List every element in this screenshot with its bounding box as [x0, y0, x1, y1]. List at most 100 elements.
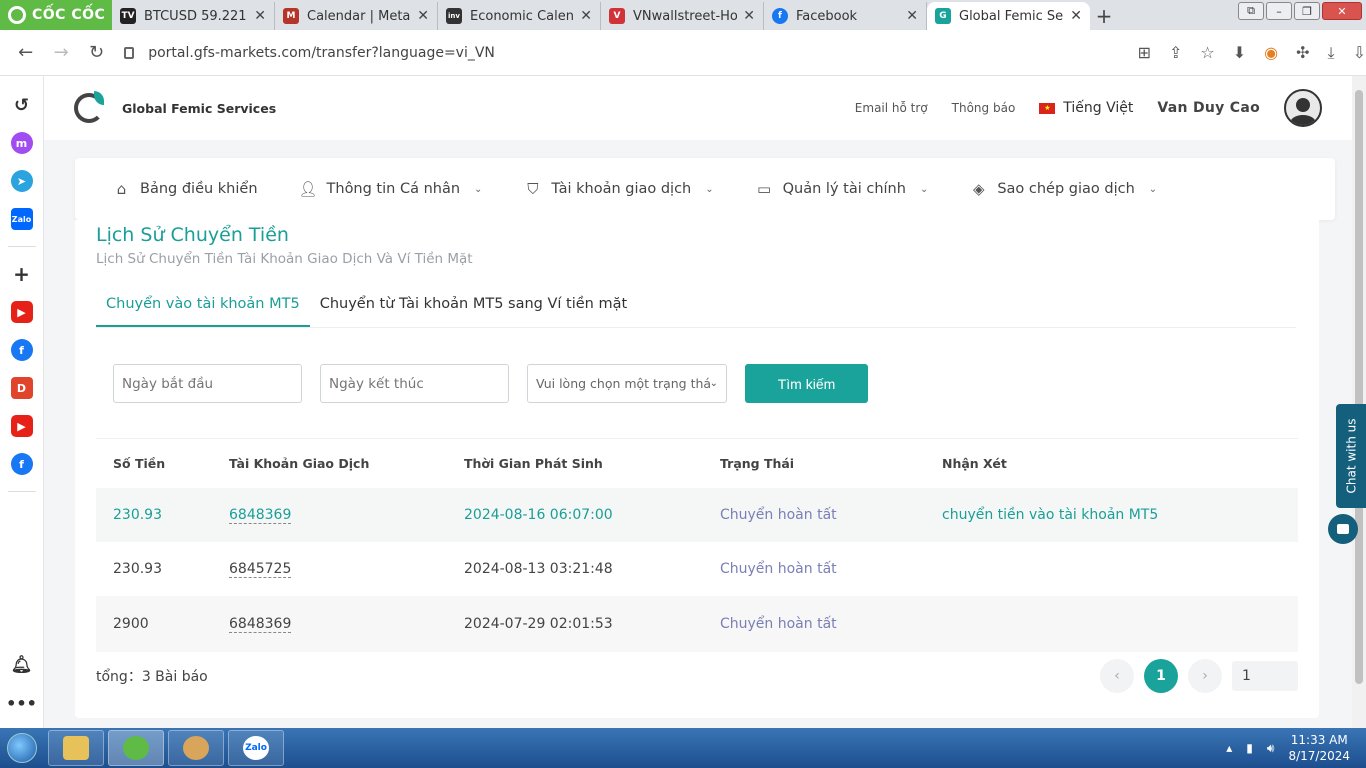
browser-tab-5[interactable]: f Facebook ✕ — [764, 2, 927, 30]
language-label: Tiếng Việt — [1063, 100, 1134, 116]
cell-account[interactable]: 6845725 — [229, 561, 292, 578]
d-app-icon[interactable]: D — [10, 377, 33, 399]
messenger-icon[interactable]: m — [10, 132, 33, 154]
browser-toolbar: ← → ↻ portal.gfs-markets.com/transfer?la… — [0, 30, 1366, 76]
close-window-button[interactable]: ✕ — [1322, 2, 1362, 20]
layers-icon: ◈ — [973, 180, 985, 198]
page-scrollbar[interactable] — [1352, 76, 1366, 728]
taskbar-explorer[interactable] — [48, 730, 104, 766]
browser-logo[interactable]: CỐC CỐC — [0, 0, 112, 30]
network-icon[interactable]: ▮ — [1246, 741, 1253, 755]
new-tab-button[interactable]: + — [1090, 2, 1118, 30]
page-subtitle: Lịch Sử Chuyển Tiền Tài Khoản Giao Dịch … — [96, 251, 473, 267]
start-button[interactable] — [0, 728, 44, 768]
menu-item-copy-trading[interactable]: ◈ Sao chép giao dịch ⌄ — [970, 180, 1157, 198]
history-icon[interactable]: ↺ — [11, 94, 33, 116]
transfer-tabs: Chuyển vào tài khoản MT5 Chuyển từ Tài k… — [96, 284, 1296, 328]
start-date-input[interactable] — [113, 364, 302, 403]
cell-account[interactable]: 6848369 — [229, 507, 292, 524]
browser-brand: CỐC CỐC — [32, 7, 106, 23]
system-tray: ▴ ▮ 🔊︎ 11:33 AM 8/17/2024 — [1226, 732, 1366, 764]
browser-tab-6-active[interactable]: G Global Femic Ser ✕ — [927, 2, 1090, 30]
tab-transfer-to-mt5[interactable]: Chuyển vào tài khoản MT5 — [96, 284, 310, 327]
notifications-link[interactable]: Thông báo — [952, 101, 1016, 115]
menu-item-finance[interactable]: ▭ Quản lý tài chính ⌄ — [756, 180, 928, 198]
facebook-icon[interactable]: f — [10, 339, 33, 361]
tab-transfer-mt5-to-wallet[interactable]: Chuyển từ Tài khoản MT5 sang Ví tiền mặt — [310, 284, 637, 327]
support-email-link[interactable]: Email hỗ trợ — [855, 101, 928, 115]
close-tab-icon[interactable]: ✕ — [580, 8, 592, 24]
back-icon[interactable]: ← — [8, 42, 43, 63]
table-row[interactable]: 2900 6848369 2024-07-29 02:01:53 Chuyển … — [96, 596, 1298, 652]
prev-page-button[interactable]: ‹ — [1100, 659, 1134, 693]
show-hidden-icons[interactable]: ▴ — [1226, 741, 1232, 755]
table-row[interactable]: 230.93 6848369 2024-08-16 06:07:00 Chuyể… — [96, 488, 1298, 542]
status-select[interactable]: Vui lòng chọn một trạng thái ⌄ — [527, 364, 727, 403]
table-row[interactable]: 230.93 6845725 2024-08-13 03:21:48 Chuyể… — [96, 542, 1298, 596]
bookmark-star-icon[interactable]: ☆ — [1200, 43, 1214, 63]
sidebar-divider — [7, 246, 36, 247]
zalo-icon[interactable]: Zalo — [10, 208, 33, 230]
volume-icon[interactable]: 🔊︎ — [1267, 741, 1275, 756]
close-tab-icon[interactable]: ✕ — [906, 8, 918, 24]
facebook-icon[interactable]: f — [10, 453, 33, 475]
gfs-logo-icon[interactable] — [74, 91, 108, 125]
cell-status: Chuyển hoàn tất — [720, 616, 837, 632]
bell-icon[interactable]: 🔔︎ — [11, 654, 33, 676]
extensions-icon[interactable]: ✣ — [1296, 43, 1309, 63]
url-text[interactable]: portal.gfs-markets.com/transfer?language… — [148, 45, 495, 61]
column-header-account: Tài Khoản Giao Dịch — [229, 456, 370, 471]
user-name[interactable]: Van Duy Cao — [1157, 100, 1260, 116]
close-tab-icon[interactable]: ✕ — [254, 8, 266, 24]
transfer-table: Số Tiền Tài Khoản Giao Dịch Thời Gian Ph… — [96, 438, 1298, 652]
vietnam-flag-icon — [1039, 102, 1056, 114]
youtube-icon[interactable]: ▶ — [10, 301, 33, 323]
language-selector[interactable]: Tiếng Việt — [1039, 100, 1133, 116]
youtube-icon[interactable]: ▶ — [10, 415, 33, 437]
taskbar-paint[interactable] — [168, 730, 224, 766]
avatar[interactable] — [1284, 89, 1322, 127]
minimize-button[interactable]: – — [1266, 2, 1292, 20]
share-icon[interactable]: ⇪ — [1169, 43, 1182, 63]
address-bar[interactable]: portal.gfs-markets.com/transfer?language… — [124, 36, 1117, 70]
tab-title: Global Femic Ser — [959, 8, 1065, 24]
translate-icon[interactable]: ⊞ — [1138, 43, 1151, 63]
forward-icon[interactable]: → — [43, 42, 78, 63]
lock-icon[interactable] — [124, 46, 135, 59]
close-tab-icon[interactable]: ✕ — [417, 8, 429, 24]
chevron-down-icon: ⌄ — [705, 183, 714, 195]
browser-tab-3[interactable]: inv Economic Calenc ✕ — [438, 2, 601, 30]
end-date-input[interactable] — [320, 364, 509, 403]
close-tab-icon[interactable]: ✕ — [743, 8, 755, 24]
reload-icon[interactable]: ↻ — [79, 42, 114, 63]
page-jump-input[interactable]: 1 — [1232, 661, 1298, 691]
coccoc-extension-icon[interactable]: ◉ — [1264, 43, 1278, 63]
more-icon[interactable]: ••• — [6, 692, 37, 714]
menu-item-dashboard[interactable]: ⌂ Bảng điều khiển — [113, 180, 258, 198]
close-tab-icon[interactable]: ✕ — [1070, 8, 1082, 24]
next-page-button[interactable]: › — [1188, 659, 1222, 693]
clock[interactable]: 11:33 AM 8/17/2024 — [1288, 732, 1350, 764]
telegram-icon[interactable]: ➤ — [10, 170, 33, 192]
sidebar-divider — [7, 491, 36, 492]
search-button[interactable]: Tìm kiếm — [745, 364, 868, 403]
page-1-button[interactable]: 1 — [1144, 659, 1178, 693]
add-sidebar-app-icon[interactable]: + — [11, 262, 33, 286]
downloads-icon[interactable]: ⇩ — [1353, 43, 1366, 63]
chat-with-us-tab[interactable]: Chat with us — [1336, 404, 1366, 508]
browser-tab-2[interactable]: M Calendar | Metal ✕ — [275, 2, 438, 30]
tab-search-icon[interactable]: ⧉ — [1238, 2, 1264, 20]
taskbar-coccoc[interactable] — [108, 730, 164, 766]
chat-bubble-icon[interactable] — [1328, 514, 1358, 544]
browser-tab-4[interactable]: V VNwallstreet-Ho ✕ — [601, 2, 764, 30]
taskbar-zalo[interactable]: Zalo — [228, 730, 284, 766]
cell-account[interactable]: 6848369 — [229, 616, 292, 633]
scrollbar-thumb[interactable] — [1355, 90, 1363, 684]
column-header-note: Nhận Xét — [942, 456, 1007, 471]
browser-tab-1[interactable]: TV BTCUSD 59.221 ↗ ✕ — [112, 2, 275, 30]
savior-icon[interactable]: ⤓ — [1328, 43, 1335, 63]
maximize-button[interactable]: ❐ — [1294, 2, 1320, 20]
menu-item-profile[interactable]: 👤︎ Thông tin Cá nhân ⌄ — [299, 180, 483, 198]
menu-item-trading-accounts[interactable]: ⛉ Tài khoản giao dịch ⌄ — [524, 180, 714, 198]
download-page-icon[interactable]: ⬇ — [1233, 43, 1246, 63]
